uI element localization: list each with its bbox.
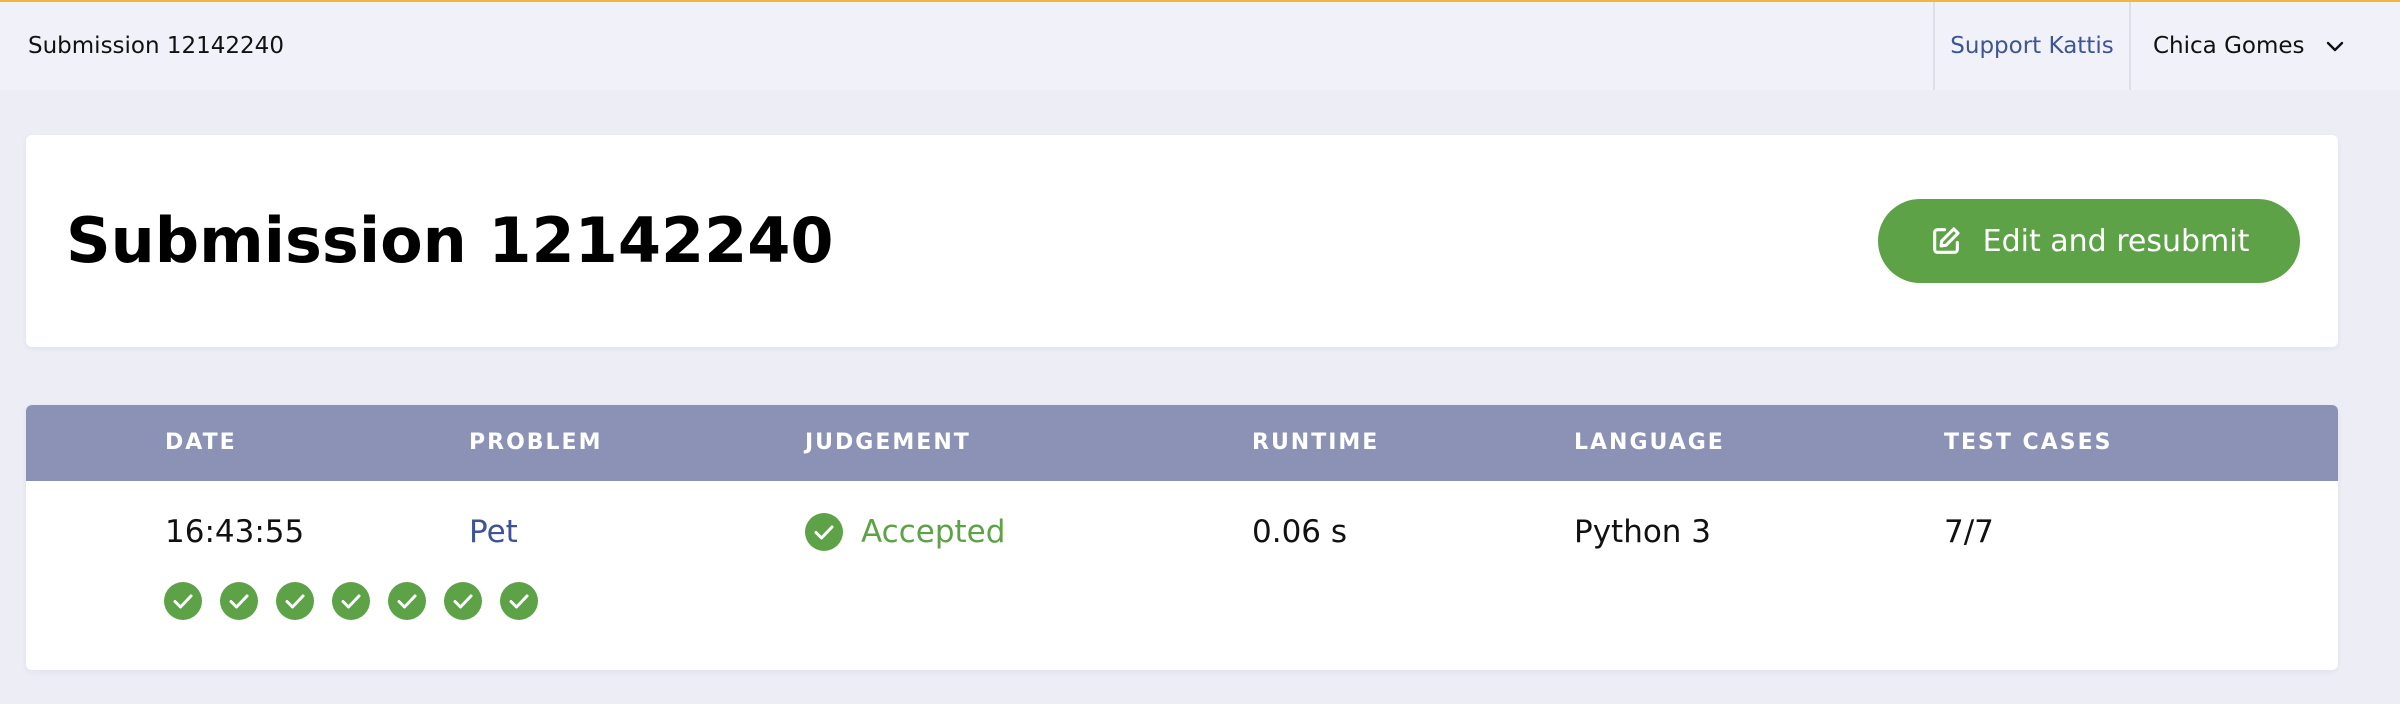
page-title: Submission 12142240 bbox=[66, 204, 834, 277]
cell-language: Python 3 bbox=[1574, 514, 1712, 550]
top-navbar: Submission 12142240 Support Kattis Chica… bbox=[0, 0, 2400, 90]
test-case-results bbox=[164, 582, 556, 622]
column-header-test-cases: TEST CASES bbox=[1944, 430, 2113, 455]
judgement-status: Accepted bbox=[861, 514, 1006, 550]
test-case-passed-icon[interactable] bbox=[220, 582, 258, 620]
user-name: Chica Gomes bbox=[2153, 33, 2305, 59]
user-menu[interactable]: Chica Gomes bbox=[2131, 2, 2400, 90]
cell-runtime: 0.06 s bbox=[1252, 514, 1348, 550]
test-case-passed-icon[interactable] bbox=[276, 582, 314, 620]
problem-link[interactable]: Pet bbox=[469, 510, 518, 554]
breadcrumb: Submission 12142240 bbox=[28, 33, 284, 59]
edit-and-resubmit-button[interactable]: Edit and resubmit bbox=[1878, 199, 2300, 283]
cell-judgement: Accepted bbox=[805, 510, 1005, 554]
column-header-problem: PROBLEM bbox=[469, 430, 603, 455]
support-kattis-link[interactable]: Support Kattis bbox=[1933, 2, 2131, 90]
column-header-language: LANGUAGE bbox=[1574, 430, 1725, 455]
column-header-judgement: JUDGEMENT bbox=[805, 430, 971, 455]
cell-test-cases: 7/7 bbox=[1944, 514, 1994, 550]
resubmit-label: Edit and resubmit bbox=[1982, 223, 2250, 259]
column-header-runtime: RUNTIME bbox=[1252, 430, 1380, 455]
test-case-passed-icon[interactable] bbox=[332, 582, 370, 620]
edit-icon bbox=[1932, 227, 1960, 254]
test-case-passed-icon[interactable] bbox=[388, 582, 426, 620]
test-case-passed-icon[interactable] bbox=[500, 582, 538, 620]
test-case-passed-icon[interactable] bbox=[444, 582, 482, 620]
cell-date: 16:43:55 bbox=[165, 514, 305, 550]
column-header-date: DATE bbox=[165, 430, 237, 455]
chevron-down-icon bbox=[2326, 41, 2343, 52]
check-circle-icon bbox=[805, 513, 843, 551]
table-header: DATE PROBLEM JUDGEMENT RUNTIME LANGUAGE … bbox=[26, 405, 2338, 481]
test-case-passed-icon[interactable] bbox=[164, 582, 202, 620]
submission-table: DATE PROBLEM JUDGEMENT RUNTIME LANGUAGE … bbox=[26, 405, 2338, 670]
submission-header-card: Submission 12142240 Edit and resubmit bbox=[26, 135, 2338, 347]
